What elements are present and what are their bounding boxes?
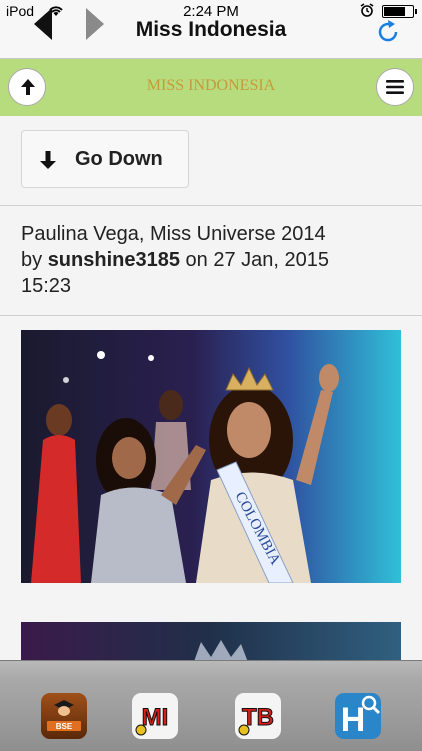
menu-button[interactable] <box>376 68 414 106</box>
post-author[interactable]: sunshine3185 <box>48 249 180 271</box>
main-content[interactable]: Go Down Paulina Vega, Miss Universe 2014… <box>0 116 422 660</box>
divider <box>0 315 422 316</box>
bse-app-icon[interactable]: BSE <box>41 693 87 739</box>
post-date: on 27 Jan, 2015 <box>185 249 330 271</box>
battery-icon <box>382 5 417 18</box>
post-title: Paulina Vega, Miss Universe 2014 <box>21 223 326 245</box>
reload-icon[interactable] <box>374 18 402 46</box>
h-app-icon[interactable]: H <box>335 693 381 739</box>
go-down-button[interactable]: Go Down <box>21 130 189 188</box>
go-down-label: Go Down <box>75 148 163 170</box>
divider <box>0 205 422 206</box>
app-bar: BSE MI TB H <box>0 660 422 751</box>
post-by: by <box>21 249 43 271</box>
h-app-label: H <box>341 701 366 739</box>
tb-app-icon[interactable]: TB <box>235 693 281 739</box>
page-title: Miss Indonesia <box>135 18 287 41</box>
bse-app-label: BSE <box>56 722 73 731</box>
site-logo: MISS INDONESIA <box>146 77 276 94</box>
nav-bar: Miss Indonesia <box>0 8 422 59</box>
post-time: 15:23 <box>21 275 72 297</box>
arrow-down-icon <box>38 149 58 176</box>
post-header: Paulina Vega, Miss Universe 2014 by suns… <box>21 221 411 299</box>
mi-app-icon[interactable]: MI <box>132 693 178 739</box>
hamburger-menu-icon <box>386 80 404 99</box>
site-header: MISS INDONESIA <box>0 59 422 116</box>
post-photo[interactable]: COLOMBIA <box>21 330 401 583</box>
post-meta: by sunshine3185 on 27 Jan, 2015 <box>21 247 411 273</box>
post-photo-second[interactable] <box>21 622 401 660</box>
mi-app-label: MI <box>142 704 169 731</box>
status-bar: iPod 2:24 PM <box>0 0 422 20</box>
